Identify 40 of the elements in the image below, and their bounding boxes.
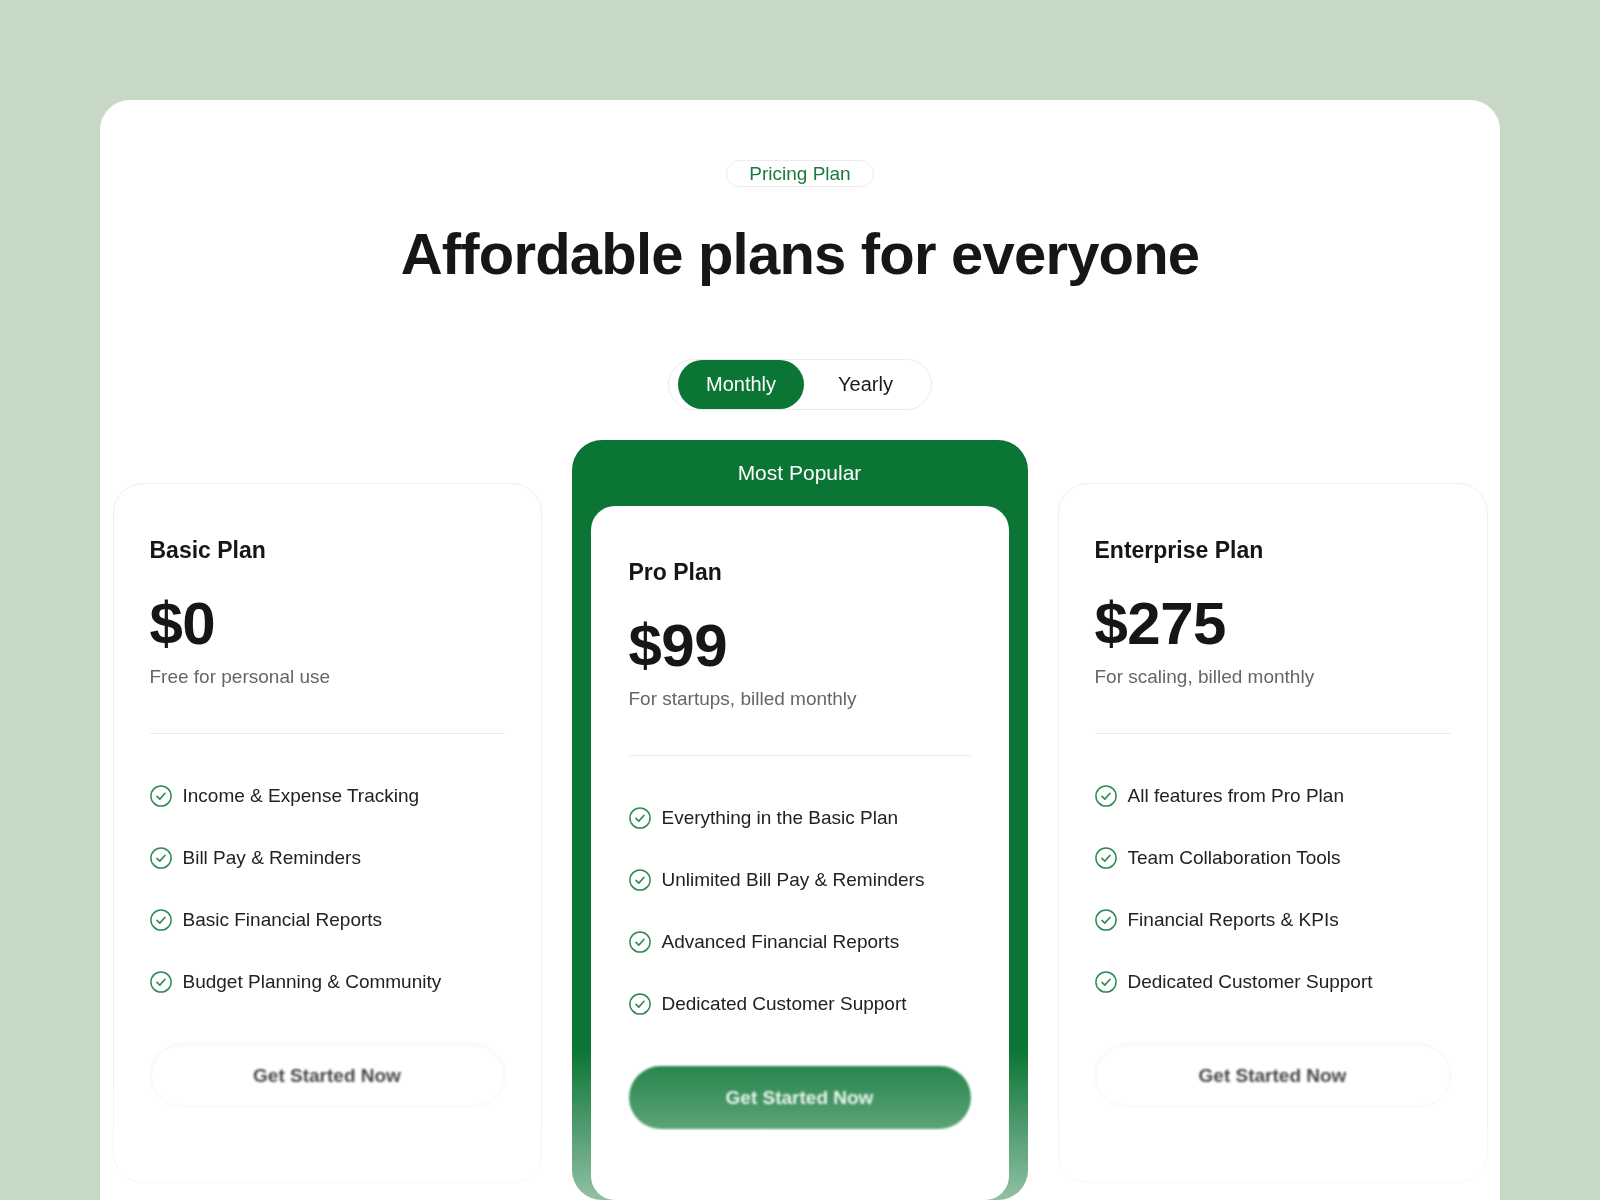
check-circle-icon [1094,785,1117,807]
get-started-button[interactable]: Get Started Now [628,1066,971,1129]
feature-text: Basic Financial Reports [182,908,383,932]
feature-text: Financial Reports & KPIs [1127,908,1339,932]
plan-price: $0 [149,591,217,657]
plan-description: For scaling, billed monthly [1094,665,1316,689]
plan-name: Basic Plan [149,536,267,564]
feature-text: Team Collaboration Tools [1127,846,1341,870]
check-circle-icon [149,847,172,869]
most-popular-label: Most Popular [737,461,862,485]
plan-price: $275 [1094,591,1227,657]
plan-description: Free for personal use [149,665,332,689]
feature-text: Income & Expense Tracking [182,784,420,808]
feature-text: Everything in the Basic Plan [661,806,899,830]
check-circle-icon [149,971,172,993]
check-circle-icon [1094,847,1117,869]
check-circle-icon [149,785,172,807]
check-circle-icon [628,869,651,891]
plan-price: $99 [628,613,729,679]
billing-option[interactable]: Yearly [810,360,921,409]
check-circle-icon [1094,971,1117,993]
get-started-button[interactable]: Get Started Now [1094,1044,1451,1107]
page-heading: Affordable plans for everyone [400,220,1200,288]
plan-name: Enterprise Plan [1094,536,1265,564]
plan-description: For startups, billed monthly [628,687,858,711]
get-started-button[interactable]: Get Started Now [149,1044,505,1107]
check-circle-icon [628,807,651,829]
feature-text: Budget Planning & Community [182,970,442,994]
check-circle-icon [628,931,651,953]
feature-text: Dedicated Customer Support [1127,970,1373,994]
check-circle-icon [149,909,172,931]
feature-text: Bill Pay & Reminders [182,846,361,870]
plan-name: Pro Plan [628,558,723,586]
feature-text: Unlimited Bill Pay & Reminders [661,868,925,892]
check-circle-icon [1094,909,1117,931]
feature-text: Advanced Financial Reports [661,930,900,954]
feature-text: All features from Pro Plan [1127,784,1344,808]
billing-option[interactable]: Monthly [678,360,805,409]
feature-text: Dedicated Customer Support [661,992,907,1016]
check-circle-icon [628,993,651,1015]
